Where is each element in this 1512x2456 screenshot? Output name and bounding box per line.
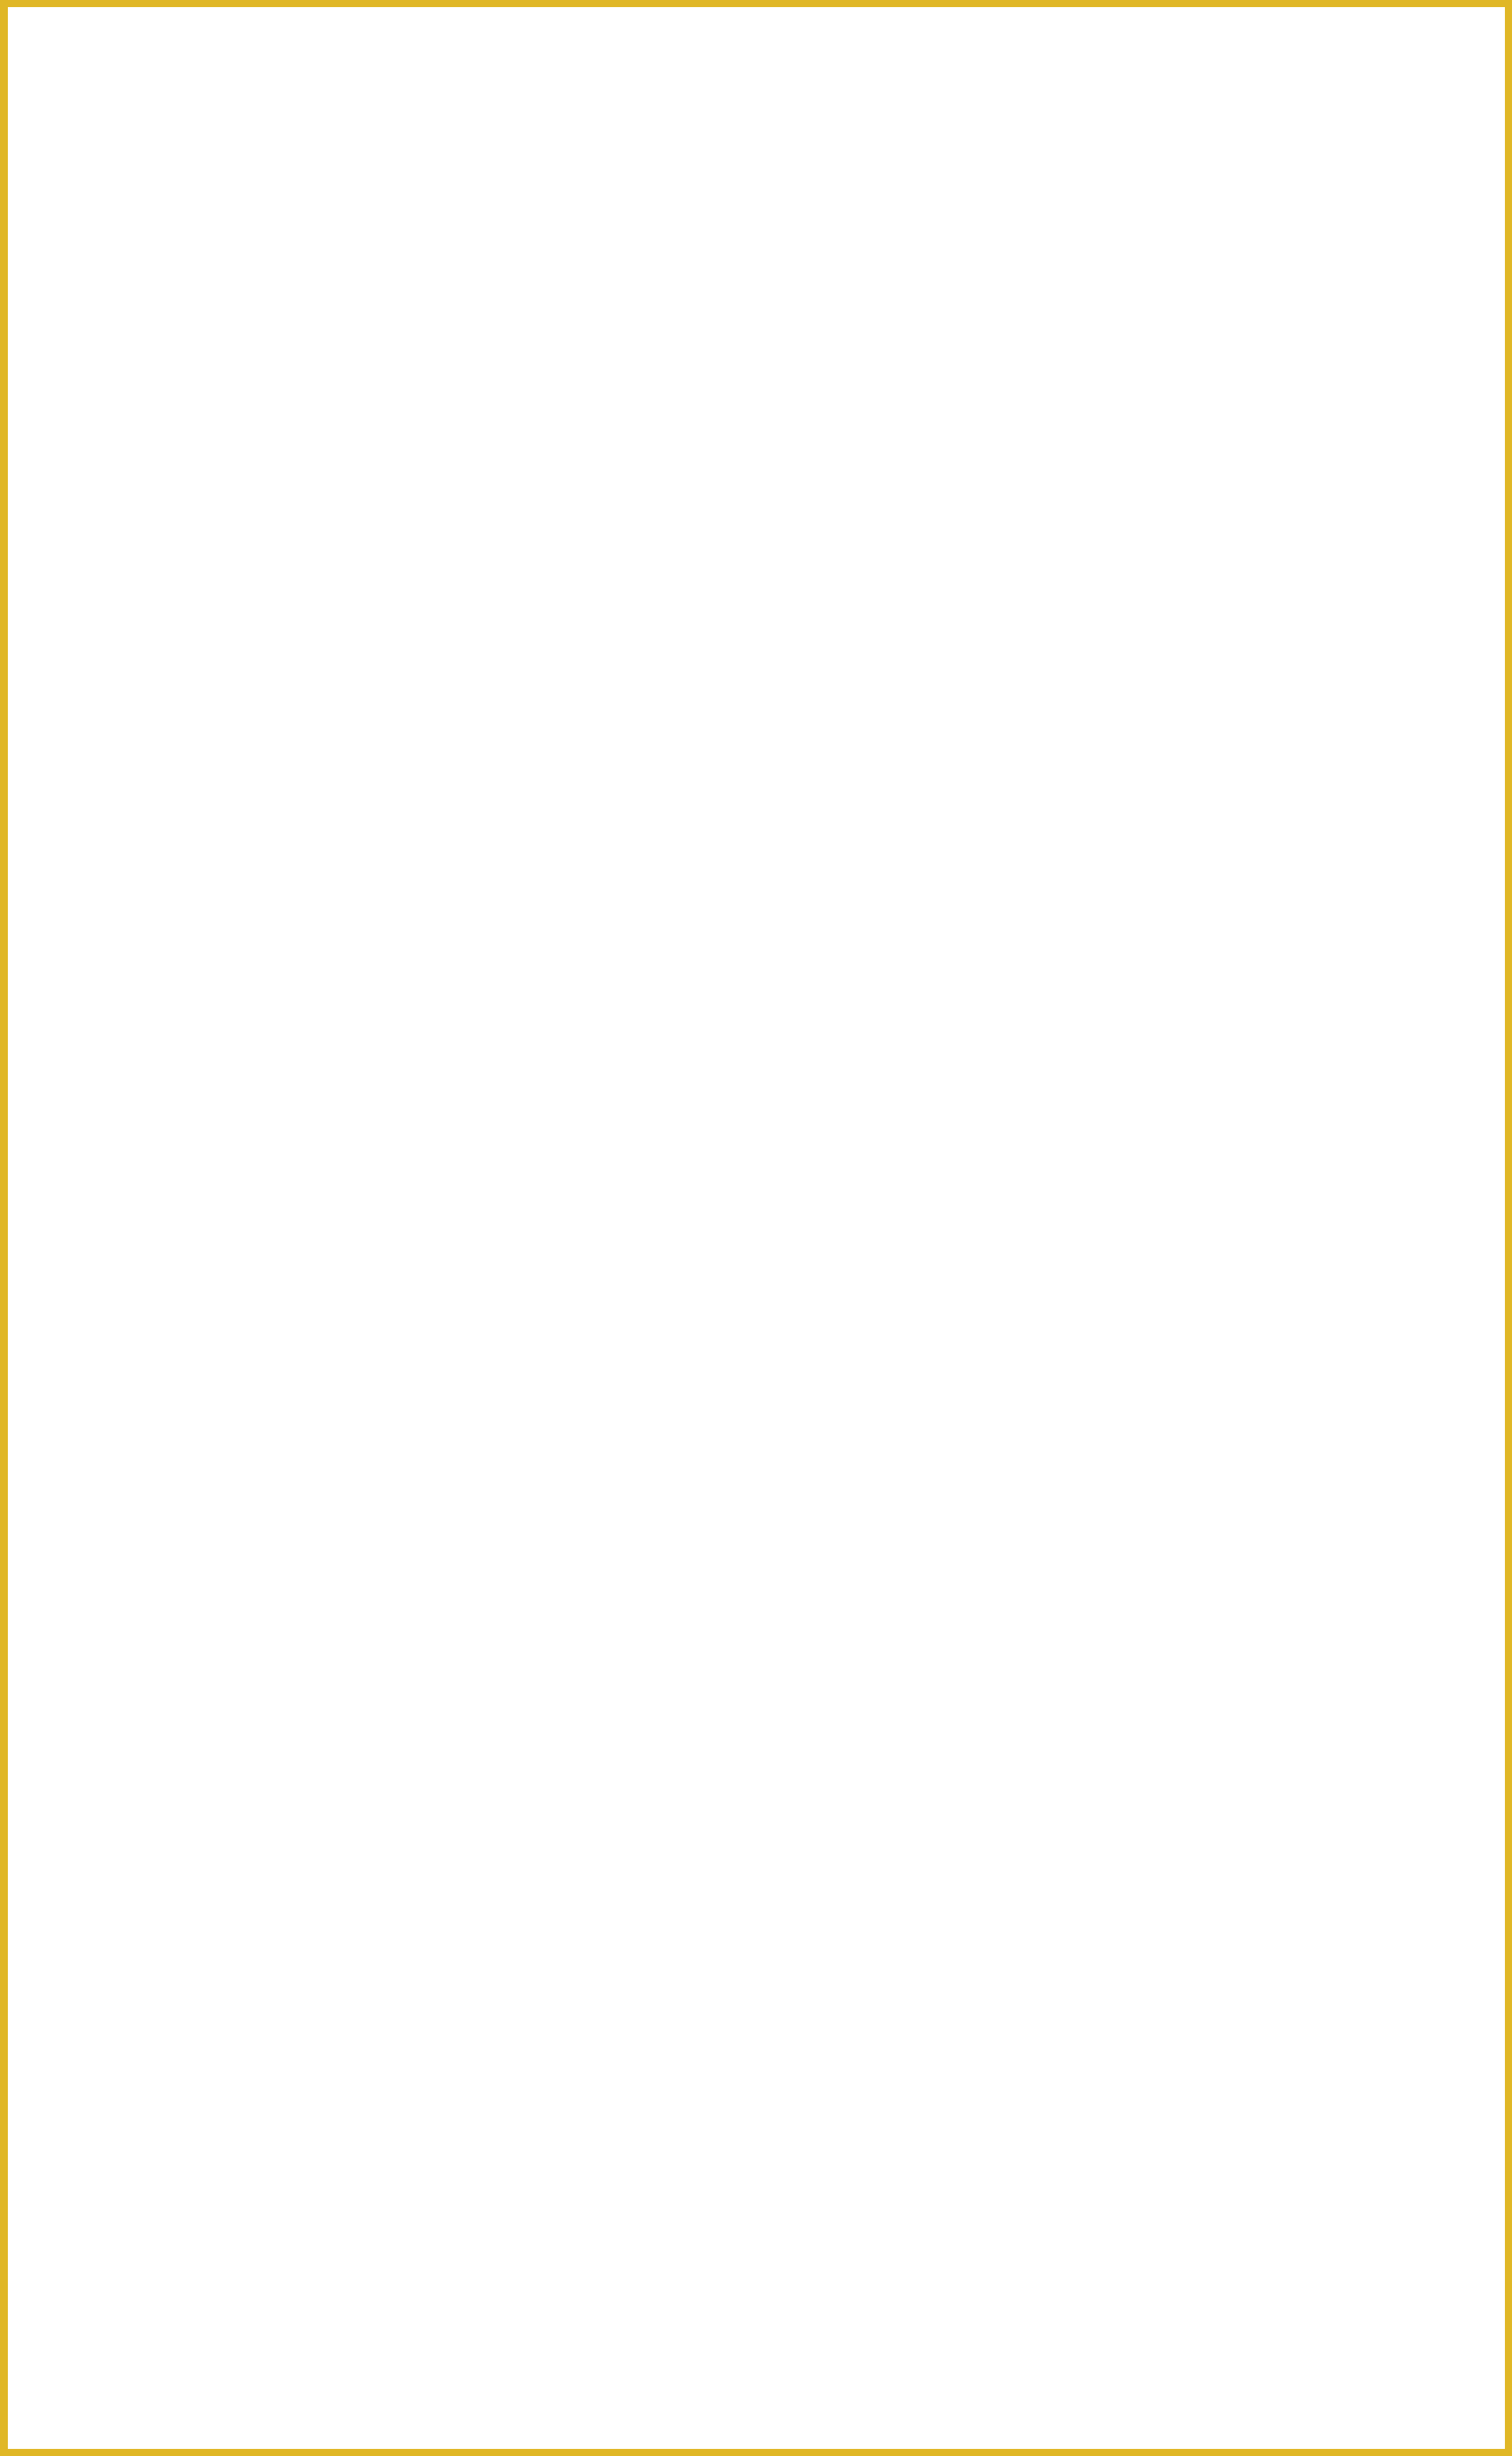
wireframe-canvas [8,7,1505,2449]
wireframe-sheet [0,0,1512,2456]
